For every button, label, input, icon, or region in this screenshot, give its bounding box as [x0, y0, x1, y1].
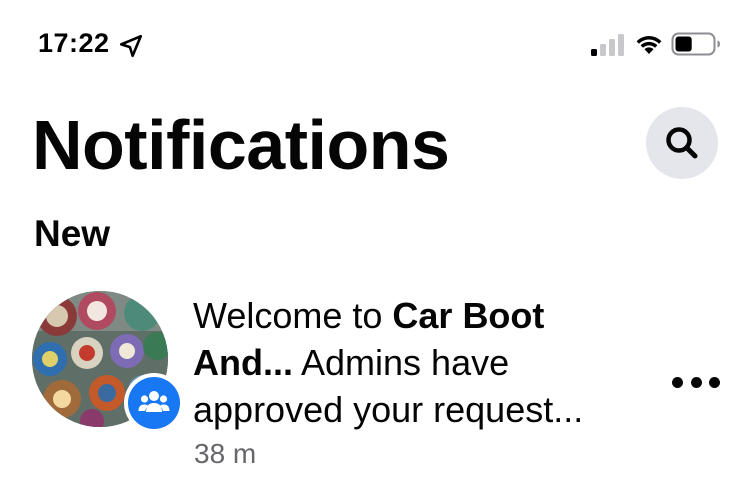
- search-icon: [666, 127, 698, 159]
- group-badge: [124, 373, 184, 433]
- more-horizontal-icon-dot: [672, 376, 683, 388]
- group-icon: [138, 391, 170, 412]
- wifi-icon: [636, 36, 662, 54]
- more-horizontal-icon-dot: [709, 376, 720, 388]
- avatar-wrapper[interactable]: [32, 291, 184, 437]
- notification-item[interactable]: Welcome to Car Boot And... Admins have a…: [0, 285, 750, 486]
- notification-time: 38 m: [194, 438, 257, 469]
- section-title-new: New: [34, 213, 111, 254]
- cellular-signal-icon: [591, 34, 624, 56]
- more-horizontal-icon-dot: [690, 376, 702, 388]
- notification-text-part-1: Welcome to: [193, 295, 393, 336]
- more-options-button[interactable]: [668, 367, 724, 397]
- location-arrow-icon: [119, 34, 143, 58]
- notification-text: Welcome to Car Boot And... Admins have a…: [193, 292, 643, 433]
- search-button[interactable]: [646, 107, 718, 179]
- status-bar: 17:22: [0, 0, 750, 90]
- battery-icon: [671, 32, 720, 56]
- status-time: 17:22: [38, 28, 110, 58]
- page-title: Notifications: [32, 106, 450, 184]
